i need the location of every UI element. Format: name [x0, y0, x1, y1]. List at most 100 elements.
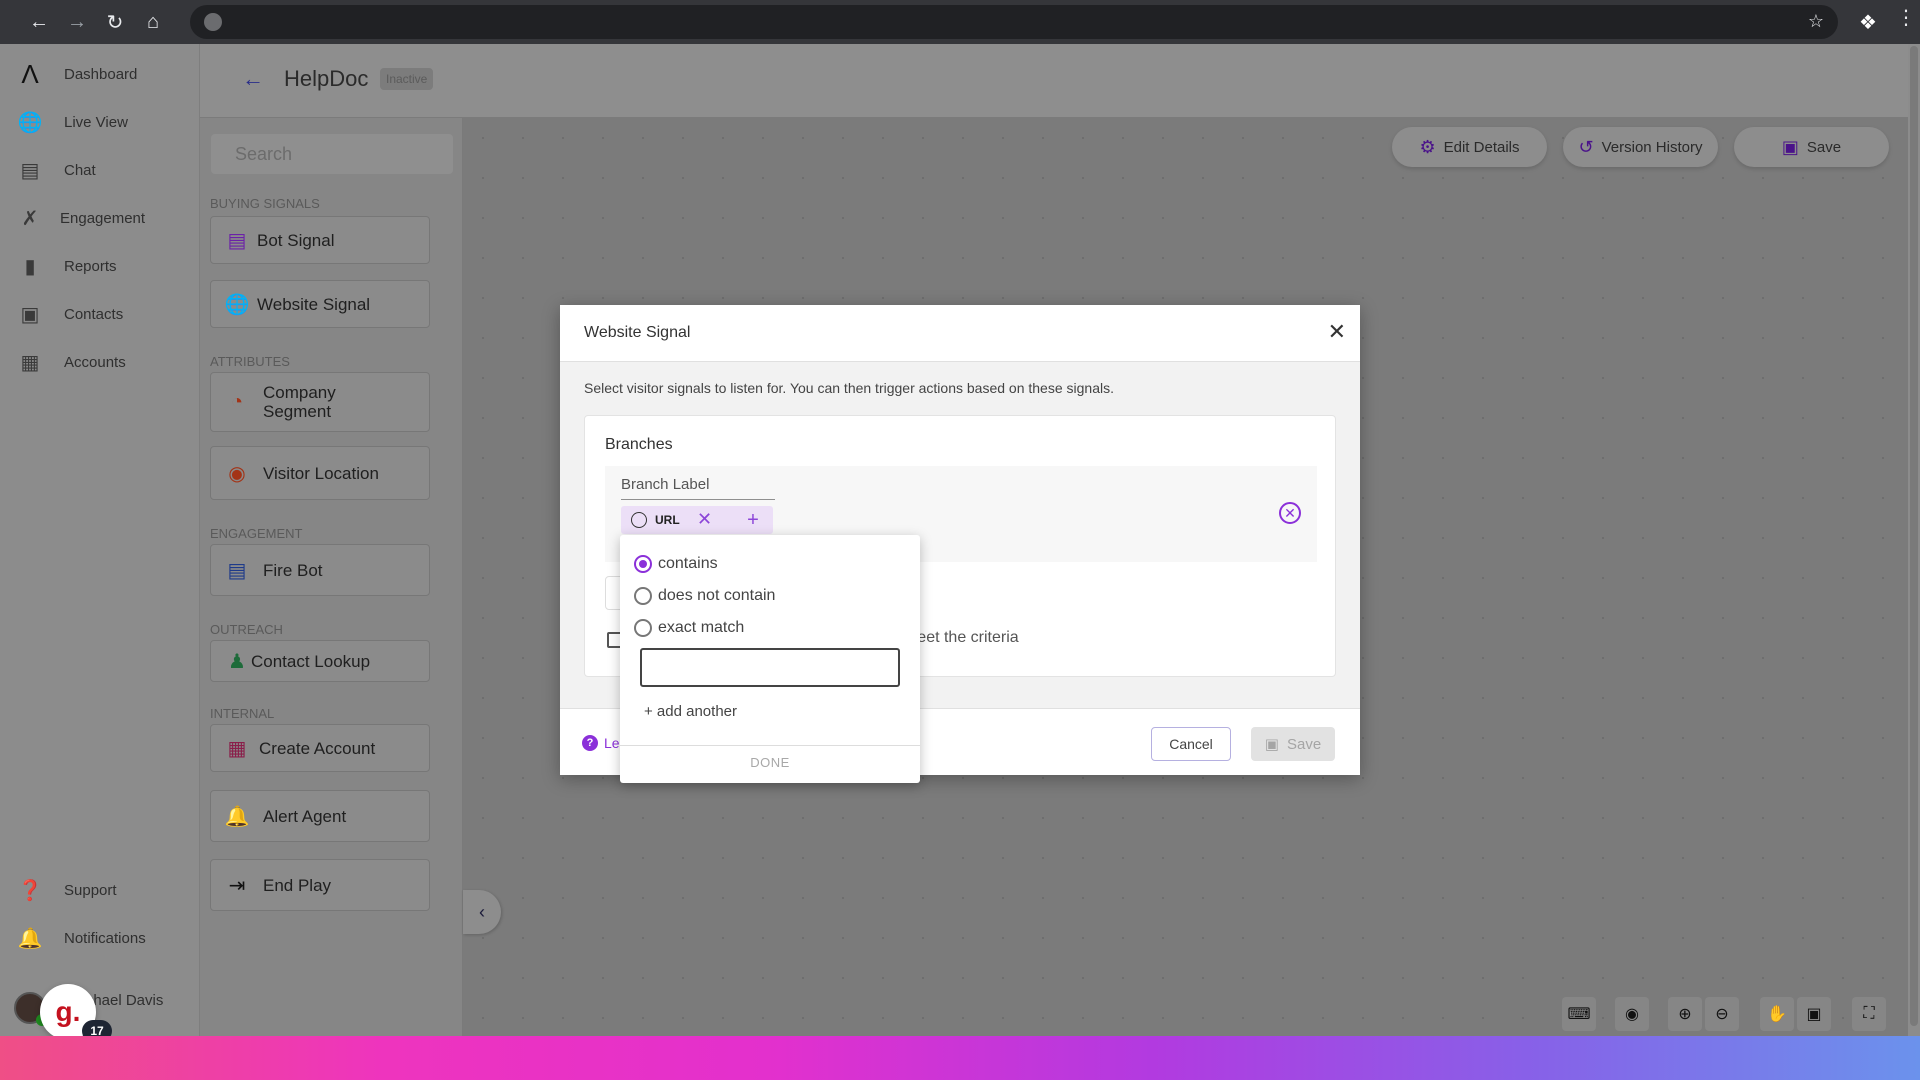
select-area-icon[interactable]: ▣ — [1797, 997, 1831, 1031]
building-plus-icon: ▦ — [227, 737, 247, 760]
radio-label: contains — [658, 555, 718, 572]
version-history-button[interactable]: ↺ Version History — [1563, 127, 1718, 167]
site-info-icon[interactable] — [204, 13, 222, 31]
delete-branch-circle-x-icon[interactable]: ✕ — [1279, 502, 1301, 524]
history-icon: ↺ — [1578, 136, 1594, 157]
palette-item-visitor-location[interactable]: ◉ Visitor Location — [210, 446, 430, 500]
radio-exact-match[interactable]: exact match — [634, 619, 744, 637]
forward-icon[interactable]: → — [65, 10, 89, 34]
palette-search-input[interactable]: Search — [211, 134, 453, 174]
floppy-disk-icon: ▣ — [1781, 136, 1799, 157]
nav-item-reports[interactable]: ▮ Reports — [0, 246, 200, 286]
floppy-disk-icon: ▣ — [1264, 736, 1279, 753]
radio-label: does not contain — [658, 587, 776, 604]
reload-icon[interactable]: ↻ — [103, 10, 127, 34]
extensions-puzzle-icon[interactable]: ❖ — [1859, 10, 1877, 35]
nav-label: Live View — [64, 113, 128, 131]
palette-item-label: Contact Lookup — [251, 651, 371, 671]
add-condition-plus-icon[interactable]: + — [733, 506, 773, 534]
add-another-link[interactable]: + add another — [644, 703, 737, 720]
fullscreen-icon[interactable]: ⛶ — [1852, 997, 1886, 1031]
nav-item-notifications[interactable]: 🔔 Notifications — [0, 918, 200, 958]
bot-signal-icon: ▤ — [227, 229, 247, 252]
section-title: BUYING SIGNALS — [210, 196, 320, 211]
globe-icon: ◉ — [228, 462, 246, 485]
exit-icon: ⇥ — [228, 874, 246, 897]
section-title: ENGAGEMENT — [210, 526, 303, 541]
page-title: HelpDoc — [284, 66, 369, 91]
modal-title: Website Signal — [584, 324, 691, 341]
scrollbar-thumb[interactable] — [1910, 46, 1918, 1026]
address-bar[interactable]: ☆ — [190, 5, 1838, 39]
question-icon: ❓ — [17, 879, 43, 902]
browser-menu-icon[interactable]: ⋮ — [1896, 8, 1916, 28]
pan-hand-icon[interactable]: ✋ — [1760, 997, 1794, 1031]
url-value-input[interactable] — [640, 648, 900, 687]
remove-condition-x-icon[interactable]: ✕ — [697, 509, 712, 530]
modal-header: Website Signal ✕ — [560, 305, 1360, 362]
nav-label: Chat — [64, 161, 96, 179]
palette-item-fire-bot[interactable]: ▤ Fire Bot — [210, 544, 430, 596]
nav-item-chat[interactable]: ▤ Chat — [0, 150, 200, 190]
palette-item-end-play[interactable]: ⇥ End Play — [210, 859, 430, 911]
chat-icon: ▤ — [227, 559, 247, 582]
zoom-in-icon[interactable]: ⊕ — [1668, 997, 1702, 1031]
branch-label-input[interactable]: Branch Label — [621, 476, 775, 500]
palette-item-alert-agent[interactable]: 🔔 Alert Agent — [210, 790, 430, 842]
nav-item-accounts[interactable]: ▦ Accounts — [0, 342, 200, 382]
home-icon[interactable]: ⌂ — [141, 10, 165, 34]
page-scrollbar[interactable] — [1908, 44, 1920, 1036]
bell-icon: 🔔 — [17, 927, 43, 950]
palette-item-company-segment[interactable]: ◔ Company Segment — [210, 372, 430, 432]
bookmark-star-icon[interactable]: ☆ — [1808, 11, 1824, 32]
button-label: Save — [1806, 138, 1842, 156]
section-title: INTERNAL — [210, 706, 275, 721]
person-search-icon: ♟ — [228, 650, 246, 673]
radio-unselected-icon — [634, 619, 652, 637]
radio-contains[interactable]: contains — [634, 555, 718, 573]
radio-does-not-contain[interactable]: does not contain — [634, 587, 775, 605]
palette-item-label: Visitor Location — [263, 463, 379, 483]
nav-label: Contacts — [64, 305, 124, 323]
chat-icon: ▤ — [20, 159, 40, 182]
help-question-icon: ? — [582, 735, 598, 751]
zoom-out-icon[interactable]: ⊖ — [1705, 997, 1739, 1031]
edit-details-button[interactable]: ⚙ Edit Details — [1392, 127, 1547, 167]
radio-unselected-icon — [634, 587, 652, 605]
building-icon: ▦ — [20, 351, 40, 374]
nav-label: Dashboard — [64, 65, 138, 83]
section-title: ATTRIBUTES — [210, 354, 290, 369]
palette-item-label: Bot Signal — [257, 230, 335, 250]
fit-view-icon[interactable]: ◉ — [1615, 997, 1649, 1031]
nav-item-dashboard[interactable]: Λ Dashboard — [0, 54, 200, 94]
back-icon[interactable]: ← — [27, 10, 51, 34]
g2-logo-icon: g. — [55, 996, 81, 1027]
modal-save-button[interactable]: ▣ Save — [1251, 727, 1335, 761]
palette-item-label: Fire Bot — [263, 560, 323, 580]
nav-item-contacts[interactable]: ▣ Contacts — [0, 294, 200, 334]
browser-toolbar: ← → ↻ ⌂ ☆ ❖ ⋮ — [0, 0, 1920, 44]
done-button[interactable]: DONE — [620, 755, 920, 770]
pie-chart-icon: ◔ — [230, 390, 244, 413]
palette-item-create-account[interactable]: ▦ Create Account — [210, 724, 430, 772]
radio-selected-icon — [634, 555, 652, 573]
keyboard-icon[interactable]: ⌨ — [1562, 997, 1596, 1031]
palette-item-bot-signal[interactable]: ▤ Bot Signal — [210, 216, 430, 264]
nav-item-live-view[interactable]: 🌐 Live View — [0, 102, 200, 142]
nav-label: Support — [64, 881, 117, 899]
button-label: Save — [1286, 735, 1322, 753]
radio-label: exact match — [658, 619, 745, 636]
back-arrow-icon[interactable]: ← — [242, 66, 264, 92]
left-navigation: Λ Dashboard 🌐 Live View ▤ Chat ✗ Engagem… — [0, 44, 200, 1066]
gear-icon: ⚙ — [1419, 136, 1436, 157]
close-icon[interactable]: ✕ — [1328, 319, 1346, 345]
nav-item-support[interactable]: ❓ Support — [0, 870, 200, 910]
bottom-gradient-bar — [0, 1036, 1920, 1080]
status-badge: Inactive — [380, 68, 434, 90]
cancel-button[interactable]: Cancel — [1151, 727, 1231, 761]
divider — [620, 745, 920, 746]
save-button[interactable]: ▣ Save — [1734, 127, 1889, 167]
nav-item-engagement[interactable]: ✗ Engagement — [0, 198, 200, 238]
palette-item-website-signal[interactable]: 🌐 Website Signal — [210, 280, 430, 328]
palette-item-contact-lookup[interactable]: ♟ Contact Lookup — [210, 640, 430, 682]
